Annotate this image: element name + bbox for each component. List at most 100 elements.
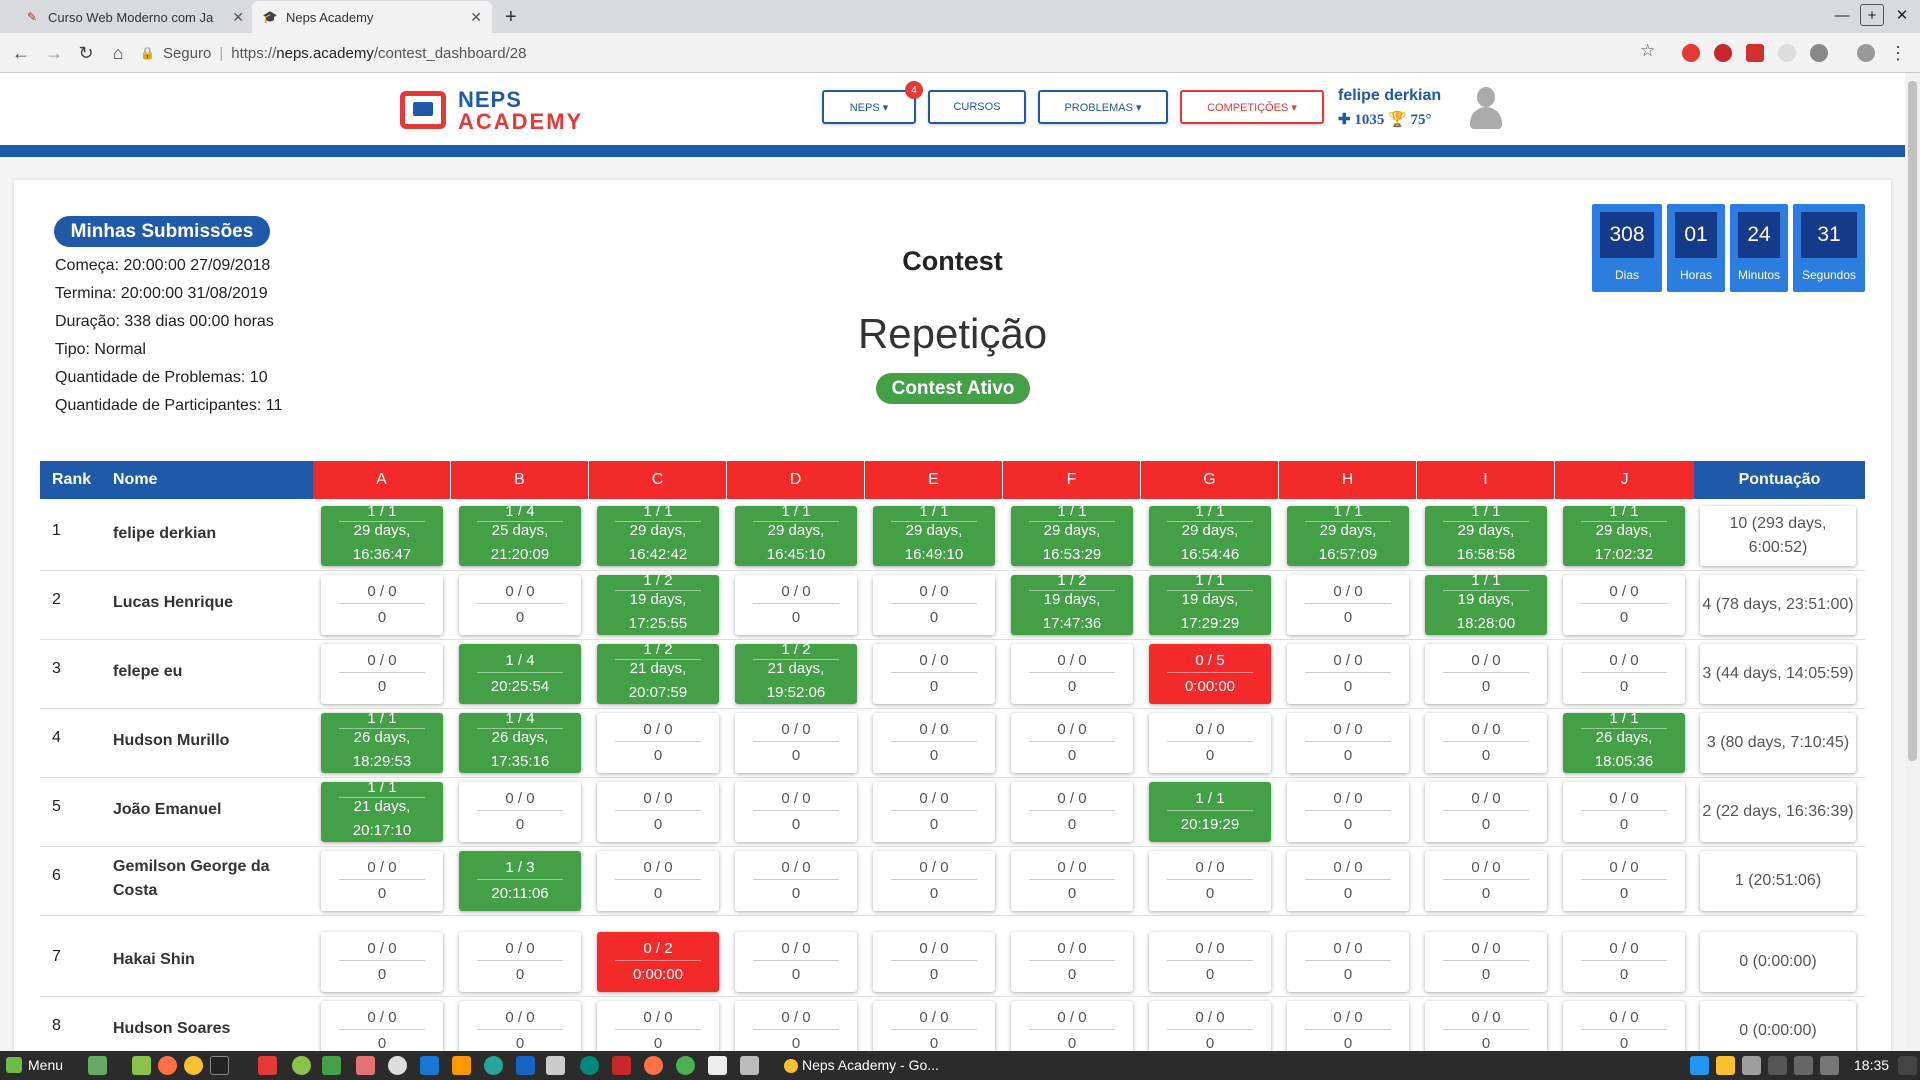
problem-result-cell[interactable]: 0 / 0 0 xyxy=(873,851,995,911)
filezilla-icon[interactable] xyxy=(612,1056,631,1075)
problem-result-cell[interactable]: 1 / 2 21 days, 19:52:06 xyxy=(735,644,857,704)
vscode-icon[interactable] xyxy=(420,1056,439,1075)
shield-icon[interactable] xyxy=(1742,1056,1761,1075)
problem-result-cell[interactable]: 0 / 0 0 xyxy=(873,782,995,842)
problem-result-cell[interactable]: 1 / 1 26 days, 18:29:53 xyxy=(321,713,443,773)
nav-competicoes-dropdown[interactable]: COMPETIÇÕES ▾ xyxy=(1180,90,1324,124)
app-icon[interactable] xyxy=(388,1056,407,1075)
app-icon[interactable] xyxy=(484,1056,503,1075)
firefox-icon[interactable] xyxy=(158,1056,177,1075)
problem-result-cell[interactable]: 0 / 0 0 xyxy=(1011,644,1133,704)
menu-icon[interactable] xyxy=(6,1057,22,1073)
app-icon[interactable] xyxy=(516,1056,535,1075)
opera-extension-icon[interactable] xyxy=(1682,44,1700,62)
problem-result-cell[interactable]: 0 / 0 0 xyxy=(1287,644,1409,704)
header-problem-g[interactable]: G xyxy=(1141,461,1278,499)
problem-result-cell[interactable]: 0 / 0 0 xyxy=(1563,575,1685,635)
adblock-extension-icon[interactable] xyxy=(1714,44,1732,62)
close-tab-icon[interactable]: ✕ xyxy=(232,9,244,26)
header-problem-i[interactable]: I xyxy=(1417,461,1554,499)
problem-result-cell[interactable]: 1 / 1 29 days, 16:57:09 xyxy=(1287,506,1409,566)
problem-result-cell[interactable]: 0 / 0 0 xyxy=(459,575,581,635)
problem-result-cell[interactable]: 1 / 4 20:25:54 xyxy=(459,644,581,704)
extension-icon[interactable] xyxy=(1746,44,1764,62)
problem-result-cell[interactable]: 0 / 0 0 xyxy=(1287,851,1409,911)
problem-result-cell[interactable]: 1 / 1 19 days, 17:29:29 xyxy=(1149,575,1271,635)
problem-result-cell[interactable]: 1 / 4 25 days, 21:20:09 xyxy=(459,506,581,566)
scrollbar-thumb[interactable] xyxy=(1908,81,1917,761)
pen-icon[interactable] xyxy=(1820,1056,1839,1075)
terminal-icon[interactable] xyxy=(210,1056,229,1075)
chrome-icon[interactable] xyxy=(184,1056,203,1075)
problem-result-cell[interactable]: 1 / 1 29 days, 16:45:10 xyxy=(735,506,857,566)
problem-result-cell[interactable]: 0 / 0 0 xyxy=(873,932,995,992)
problem-result-cell[interactable]: 1 / 1 21 days, 20:17:10 xyxy=(321,782,443,842)
header-problem-c[interactable]: C xyxy=(589,461,726,499)
calendar-icon[interactable] xyxy=(708,1056,727,1075)
problem-result-cell[interactable]: 0 / 0 0 xyxy=(1425,932,1547,992)
problem-result-cell[interactable]: 0 / 0 0 xyxy=(321,851,443,911)
minimize-window-button[interactable]: — xyxy=(1830,4,1854,26)
tab-course[interactable]: ✎ Curso Web Moderno com Ja ✕ xyxy=(14,1,254,33)
app-icon[interactable] xyxy=(644,1056,663,1075)
problem-result-cell[interactable]: 0 / 5 0:00:00 xyxy=(1149,644,1271,704)
neps-academy-logo[interactable]: NEPS ACADEMY xyxy=(400,85,588,135)
participant-name[interactable]: Hudson Murillo xyxy=(113,729,283,753)
problem-result-cell[interactable]: 0 / 0 0 xyxy=(1563,932,1685,992)
problem-result-cell[interactable]: 0 / 0 0 xyxy=(873,644,995,704)
problem-result-cell[interactable]: 0 / 0 0 xyxy=(1287,782,1409,842)
problem-result-cell[interactable]: 1 / 1 29 days, 16:49:10 xyxy=(873,506,995,566)
problem-result-cell[interactable]: 0 / 0 0 xyxy=(1287,932,1409,992)
problem-result-cell[interactable]: 1 / 1 29 days, 17:02:32 xyxy=(1563,506,1685,566)
problem-result-cell[interactable]: 0 / 0 0 xyxy=(321,644,443,704)
participant-name[interactable]: João Emanuel xyxy=(113,798,283,822)
participant-name[interactable]: Gemilson George da Costa xyxy=(113,855,283,903)
problem-result-cell[interactable]: 1 / 1 26 days, 18:05:36 xyxy=(1563,713,1685,773)
problem-result-cell[interactable]: 0 / 0 0 xyxy=(1011,713,1133,773)
taskbar-window-title[interactable]: Neps Academy - Go... xyxy=(802,1057,939,1073)
problem-result-cell[interactable]: 0 / 0 0 xyxy=(1425,713,1547,773)
back-icon[interactable]: ← xyxy=(10,42,32,64)
network-icon[interactable] xyxy=(1794,1056,1813,1075)
sublime-icon[interactable] xyxy=(452,1056,471,1075)
header-problem-h[interactable]: H xyxy=(1279,461,1416,499)
problem-result-cell[interactable]: 0 / 0 0 xyxy=(1287,575,1409,635)
problem-result-cell[interactable]: 0 / 0 0 xyxy=(597,851,719,911)
participant-name[interactable]: felepe eu xyxy=(113,660,283,684)
nav-cursos[interactable]: CURSOS xyxy=(928,90,1026,124)
problem-result-cell[interactable]: 0 / 0 0 xyxy=(735,713,857,773)
drive-icon[interactable] xyxy=(1716,1056,1735,1075)
user-avatar[interactable] xyxy=(1468,85,1504,131)
address-bar[interactable]: 🔒 Seguro | https:// neps.academy /contes… xyxy=(140,39,1660,67)
show-desktop-icon[interactable] xyxy=(88,1056,107,1075)
problem-result-cell[interactable]: 0 / 0 0 xyxy=(597,713,719,773)
problem-result-cell[interactable]: 0 / 0 0 xyxy=(735,851,857,911)
problem-result-cell[interactable]: 0 / 0 0 xyxy=(1011,932,1133,992)
extension-icon[interactable] xyxy=(1778,44,1796,62)
header-problem-f[interactable]: F xyxy=(1003,461,1140,499)
whatsapp-icon[interactable] xyxy=(676,1056,695,1075)
problem-result-cell[interactable]: 0 / 0 0 xyxy=(1425,644,1547,704)
app-icon[interactable] xyxy=(740,1056,759,1075)
problem-result-cell[interactable]: 0 / 0 0 xyxy=(873,575,995,635)
problem-result-cell[interactable]: 0 / 0 0 xyxy=(321,575,443,635)
problem-result-cell[interactable]: 1 / 3 20:11:06 xyxy=(459,851,581,911)
home-icon[interactable]: ⌂ xyxy=(107,42,129,64)
problem-result-cell[interactable]: 0 / 0 0 xyxy=(321,932,443,992)
problem-result-cell[interactable]: 0 / 0 0 xyxy=(873,713,995,773)
problem-result-cell[interactable]: 0 / 0 0 xyxy=(1011,782,1133,842)
problem-result-cell[interactable]: 1 / 1 29 days, 16:58:58 xyxy=(1425,506,1547,566)
participant-name[interactable]: Hakai Shin xyxy=(113,948,283,972)
problem-result-cell[interactable]: 0 / 0 0 xyxy=(1425,851,1547,911)
header-problem-j[interactable]: J xyxy=(1555,461,1694,499)
app-icon[interactable] xyxy=(546,1056,565,1075)
problem-result-cell[interactable]: 0 / 0 0 xyxy=(1287,713,1409,773)
android-icon[interactable] xyxy=(292,1056,311,1075)
close-window-button[interactable]: ✕ xyxy=(1890,4,1914,26)
participant-name[interactable]: Lucas Henrique xyxy=(113,591,283,615)
problem-result-cell[interactable]: 0 / 0 0 xyxy=(459,782,581,842)
problem-result-cell[interactable]: 1 / 1 19 days, 18:28:00 xyxy=(1425,575,1547,635)
app-icon[interactable] xyxy=(258,1056,277,1075)
dropbox-icon[interactable] xyxy=(1690,1056,1709,1075)
files-icon[interactable] xyxy=(132,1056,151,1075)
